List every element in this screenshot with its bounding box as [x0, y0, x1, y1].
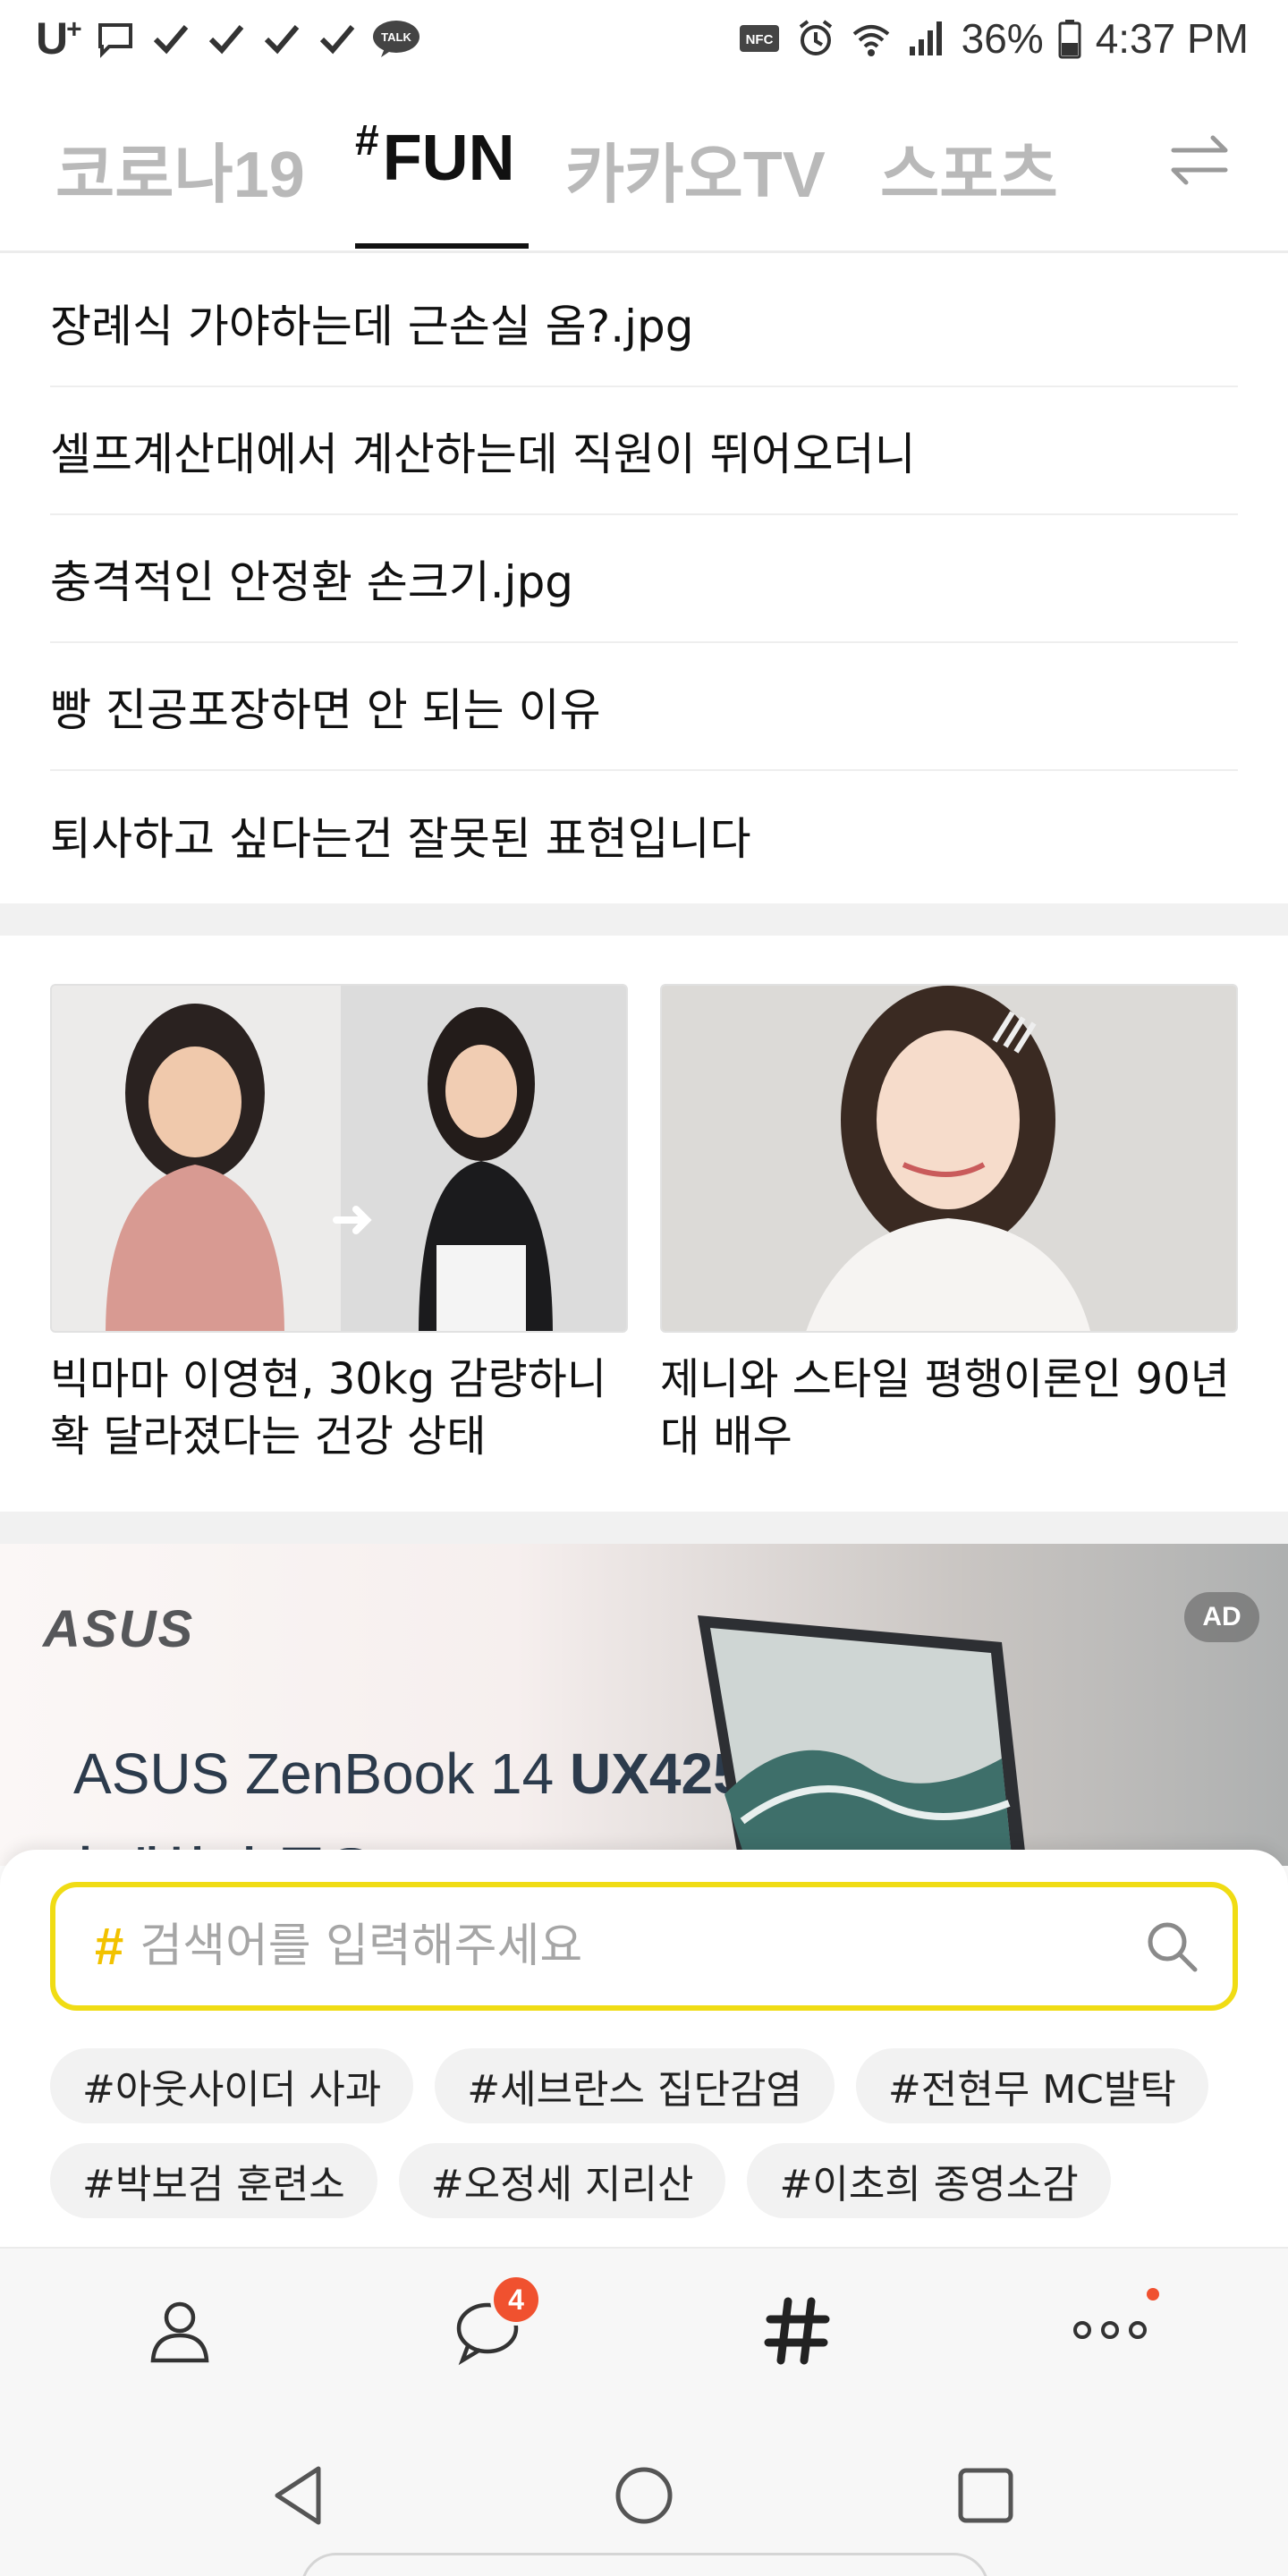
headline-item[interactable]: 퇴사하고 싶다는건 잘못된 표현입니다	[50, 771, 1238, 899]
carrier-label: U+	[36, 13, 82, 64]
message-icon	[97, 23, 132, 58]
person-icon	[150, 2301, 209, 2363]
check-icon	[264, 25, 299, 55]
back-icon[interactable]	[263, 2460, 335, 2531]
system-nav-bar	[0, 2413, 1288, 2576]
ad-badge: AD	[1184, 1592, 1259, 1642]
home-icon[interactable]	[608, 2460, 680, 2531]
trending-tag[interactable]: #오정세 지리산	[398, 2143, 726, 2218]
ad-model-number: 14	[474, 1741, 570, 1806]
tab-kakaotv[interactable]: 카카오TV	[565, 122, 826, 216]
category-tabs: 코로나19 #FUN 카카오TV 스포츠	[0, 97, 1288, 252]
before-after-photo	[52, 986, 626, 1331]
tab-corona19[interactable]: 코로나19	[55, 122, 305, 216]
check-icon	[208, 25, 243, 55]
trending-tag[interactable]: #세브란스 집단감염	[435, 2048, 835, 2123]
search-icon[interactable]	[1143, 1918, 1200, 1975]
nav-chats[interactable]: 4	[438, 2274, 542, 2379]
tab-sports[interactable]: 스포츠	[880, 122, 1058, 216]
signal-icon	[909, 21, 942, 55]
laptop-image	[698, 1615, 1027, 1866]
nfc-icon: NFC	[739, 25, 779, 52]
status-bar-right: NFC 36% 4:37 PM	[738, 14, 1249, 63]
hash-icon	[764, 2297, 830, 2365]
section-divider	[0, 1512, 1288, 1544]
tabs-divider	[0, 250, 1288, 253]
active-tab-indicator	[355, 243, 529, 249]
more-icon	[1073, 2321, 1147, 2339]
card-caption: 제니와 스타일 평행이론인 90년대 배우	[660, 1354, 1230, 1462]
headline-item[interactable]: 빵 진공포장하면 안 되는 이유	[50, 643, 1238, 771]
more-notification-dot	[1147, 2288, 1159, 2301]
ad-model-book: Book	[343, 1741, 475, 1806]
swap-arrows-icon[interactable]	[1166, 132, 1233, 188]
bottom-nav: 4	[0, 2247, 1288, 2413]
nfc-icon-label: NFC	[745, 32, 773, 47]
wifi-icon	[852, 25, 889, 56]
headline-list: 장례식 가야하는데 근손실 옴?.jpg 셀프계산대에서 계산하는데 직원이 뛰…	[50, 259, 1238, 899]
trending-tag[interactable]: #전현무 MC발탁	[855, 2048, 1208, 2123]
clock: 4:37 PM	[1095, 15, 1249, 62]
card-thumbnail	[660, 984, 1238, 1333]
check-icon	[319, 25, 354, 55]
section-divider	[0, 903, 1288, 936]
battery-icon	[1058, 20, 1081, 59]
talk-icon: TALK	[372, 21, 419, 57]
check-icon	[153, 25, 188, 55]
tab-fun-hash: #	[355, 117, 379, 165]
card-thumbnail	[50, 984, 628, 1333]
portrait-photo	[662, 986, 1236, 1331]
trending-tag[interactable]: #이초희 종영소감	[747, 2143, 1111, 2218]
card-caption: 빅마마 이영현, 30kg 감량하니 확 달라졌다는 건강 상태	[50, 1354, 606, 1462]
ad-banner[interactable]: ASUS ASUS ZenBook 14 UX425 휴대하기 좋은 AD	[0, 1544, 1288, 1866]
headline-item[interactable]: 장례식 가야하는데 근손실 옴?.jpg	[50, 259, 1238, 387]
search-sheet: # #아웃사이더 사과 #세브란스 집단감염 #전현무 MC발탁 #박보검 훈련…	[0, 1850, 1288, 2252]
news-card[interactable]: 제니와 스타일 평행이론인 90년대 배우	[660, 984, 1238, 1465]
search-box[interactable]: #	[50, 1882, 1238, 2011]
recents-icon[interactable]	[950, 2460, 1021, 2531]
talk-icon-label: TALK	[381, 30, 411, 44]
ad-brand-logo: ASUS	[43, 1600, 195, 1658]
tab-fun[interactable]: #FUN	[355, 117, 515, 195]
trending-tag[interactable]: #박보검 훈련소	[50, 2143, 377, 2218]
search-input[interactable]	[140, 1919, 1143, 1973]
status-bar: U+ TALK NFC 36% 4:37 PM	[0, 0, 1288, 77]
headline-item[interactable]: 충격적인 안정환 손크기.jpg	[50, 515, 1238, 643]
chat-unread-badge: 4	[490, 2274, 542, 2326]
alarm-icon	[799, 20, 832, 55]
trending-tag[interactable]: #아웃사이더 사과	[50, 2048, 414, 2123]
ad-product-name: ASUS ZenBook 14 UX425	[73, 1741, 745, 1807]
nav-more[interactable]	[1061, 2281, 1159, 2379]
nav-hash[interactable]	[748, 2281, 846, 2379]
trending-tags: #아웃사이더 사과 #세브란스 집단감염 #전현무 MC발탁 #박보검 훈련소 …	[50, 2048, 1249, 2218]
nav-friends[interactable]	[131, 2281, 229, 2379]
ad-model-prefix: ASUS Zen	[73, 1741, 344, 1806]
search-hash: #	[95, 1917, 124, 1976]
status-bar-left: U+ TALK	[36, 13, 420, 64]
battery-percent: 36%	[961, 15, 1044, 62]
tab-fun-label: FUN	[382, 123, 515, 194]
news-card[interactable]: 빅마마 이영현, 30kg 감량하니 확 달라졌다는 건강 상태	[50, 984, 628, 1465]
headline-item[interactable]: 셀프계산대에서 계산하는데 직원이 뛰어오더니	[50, 387, 1238, 515]
gesture-handle	[301, 2553, 989, 2576]
